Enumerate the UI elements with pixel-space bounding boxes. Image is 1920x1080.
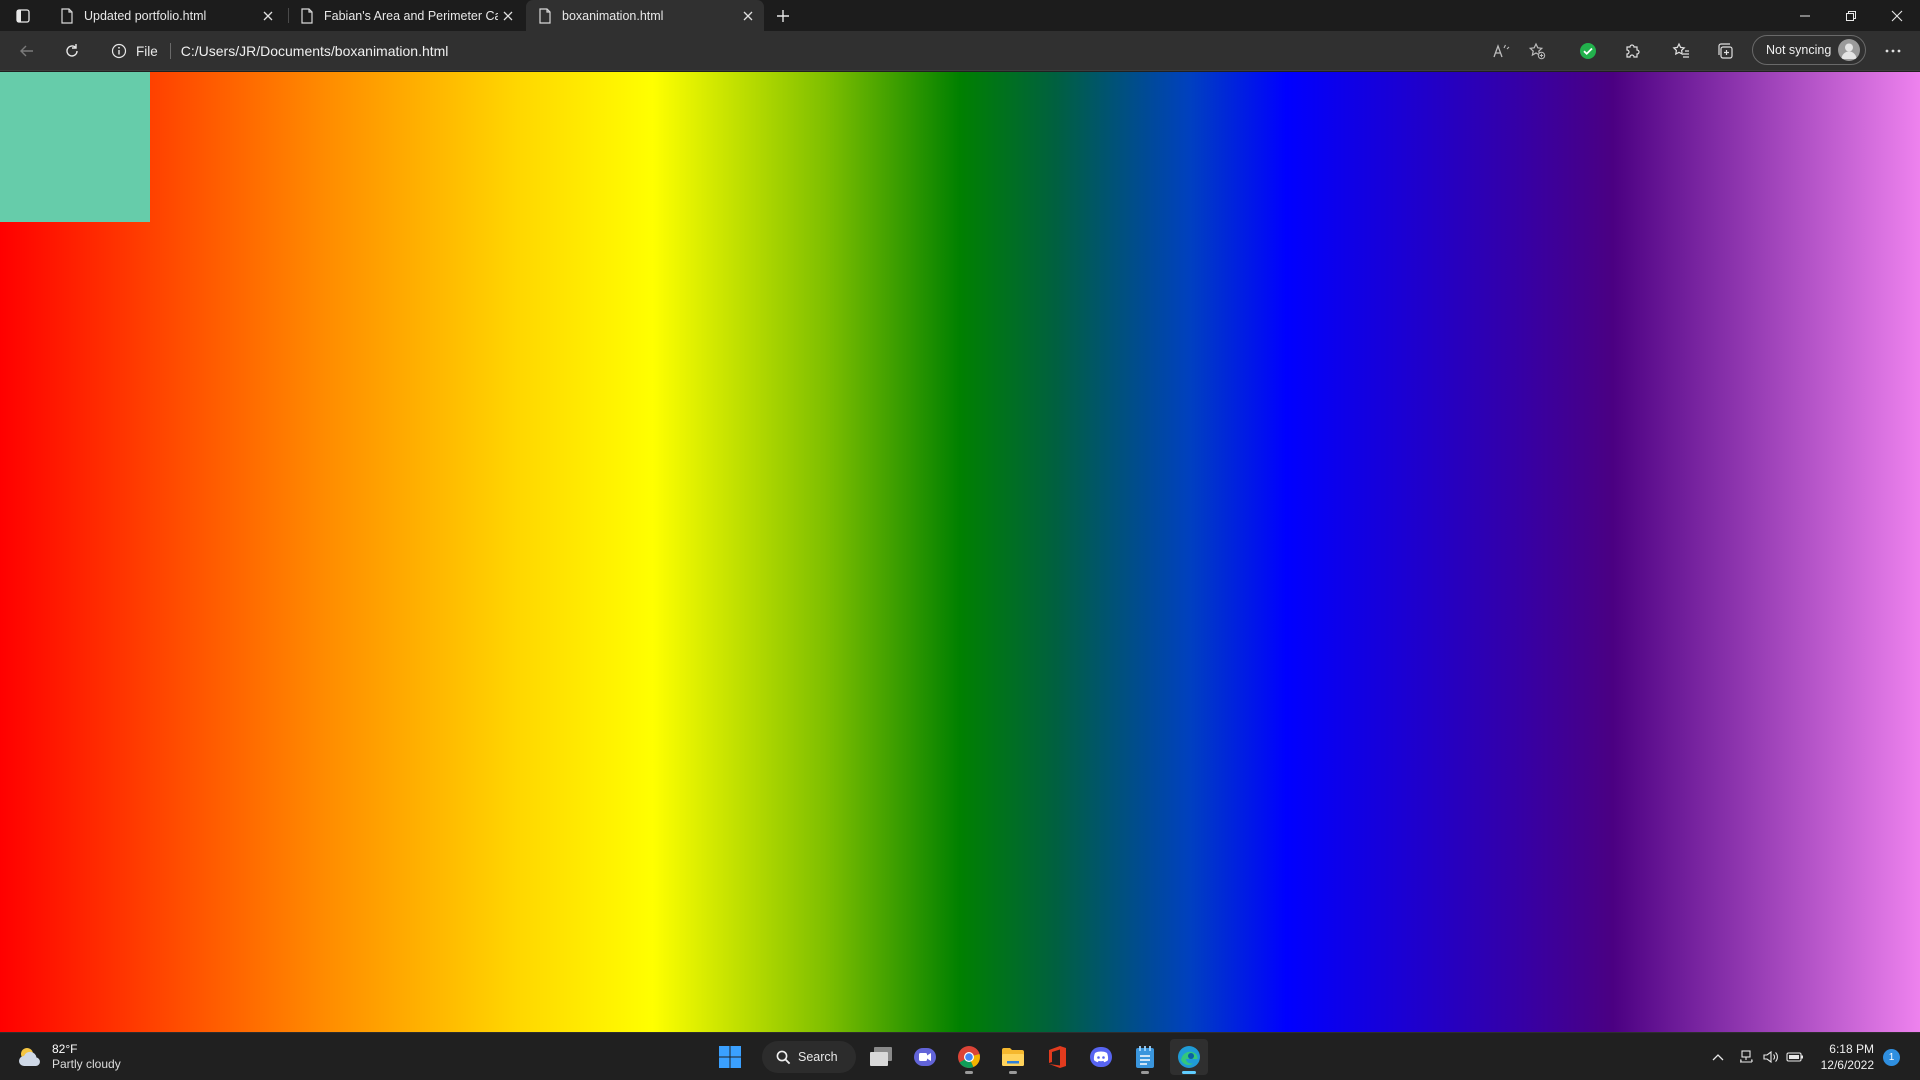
address-divider	[169, 43, 171, 59]
taskbar-file-explorer[interactable]	[994, 1039, 1032, 1075]
green-check-icon	[1580, 43, 1596, 59]
settings-menu-button[interactable]	[1878, 36, 1908, 66]
network-icon[interactable]	[1736, 1045, 1756, 1069]
search-label: Search	[798, 1050, 838, 1064]
battery-icon[interactable]	[1785, 1045, 1805, 1069]
edge-icon	[1178, 1046, 1200, 1068]
back-button[interactable]	[12, 36, 42, 66]
taskbar-discord[interactable]	[1082, 1039, 1120, 1075]
volume-icon[interactable]	[1761, 1045, 1781, 1069]
collections-button[interactable]	[1710, 36, 1740, 66]
start-button[interactable]	[711, 1039, 749, 1075]
close-tab-icon[interactable]	[258, 6, 278, 26]
new-tab-button[interactable]	[770, 3, 796, 29]
taskbar-teams-chat[interactable]	[906, 1039, 944, 1075]
chevron-up-icon	[1712, 1054, 1724, 1061]
notification-badge[interactable]: 1	[1883, 1049, 1900, 1066]
search-icon	[776, 1050, 791, 1064]
taskbar: 82°F Partly cloudy Search 6:18 PM 12/6/2…	[0, 1032, 1920, 1080]
tab-title: boxanimation.html	[562, 8, 664, 23]
close-tab-icon[interactable]	[498, 6, 518, 26]
extensions-button[interactable]	[1617, 36, 1647, 66]
document-icon	[61, 7, 73, 24]
close-window-button[interactable]	[1874, 0, 1920, 31]
navigation-toolbar: File C:/Users/JR/Documents/boxanimation.…	[0, 31, 1920, 71]
show-hidden-icons-button[interactable]	[1708, 1045, 1728, 1069]
clock-date: 12/6/2022	[1820, 1058, 1874, 1072]
rainbow-gradient-background	[0, 72, 1920, 1032]
running-indicator	[1009, 1071, 1017, 1074]
refresh-icon	[66, 44, 78, 57]
folder-icon	[1002, 1048, 1024, 1066]
tab-actions-icon[interactable]	[10, 5, 36, 27]
read-aloud-icon	[1493, 44, 1510, 58]
refresh-button[interactable]	[57, 36, 87, 66]
sync-status-label: Not syncing	[1766, 43, 1832, 57]
minimize-button[interactable]	[1782, 0, 1828, 31]
read-aloud-button[interactable]	[1486, 36, 1516, 66]
tab-title: Fabian's Area and Perimeter Calc	[324, 8, 498, 23]
minimize-icon	[1800, 15, 1810, 16]
extension-check-button[interactable]	[1573, 36, 1603, 66]
plus-icon	[777, 10, 789, 22]
tab-strip: Updated portfolio.html Fabian's Area and…	[0, 0, 1920, 31]
url-text[interactable]: C:/Users/JR/Documents/boxanimation.html	[181, 43, 449, 59]
notepad-icon	[1136, 1046, 1154, 1068]
close-tab-icon[interactable]	[738, 6, 758, 26]
document-icon	[539, 7, 551, 24]
task-view-button[interactable]	[862, 1039, 900, 1075]
restore-icon	[1846, 10, 1856, 21]
favorites-icon	[1672, 42, 1689, 58]
chrome-icon	[958, 1046, 980, 1068]
restore-button[interactable]	[1828, 0, 1874, 31]
weather-widget[interactable]: 82°F Partly cloudy	[16, 1041, 121, 1073]
task-view-icon	[870, 1047, 892, 1066]
profile-sync-button[interactable]: Not syncing	[1752, 35, 1866, 65]
windows-logo-icon	[719, 1046, 741, 1068]
taskbar-search-button[interactable]: Search	[762, 1041, 856, 1073]
favorites-button[interactable]	[1666, 36, 1696, 66]
document-icon	[301, 7, 313, 24]
avatar	[1838, 39, 1860, 61]
active-app-indicator	[1182, 1071, 1196, 1074]
more-horizontal-icon	[1885, 49, 1901, 53]
animated-box	[0, 72, 150, 222]
back-arrow-icon	[20, 45, 33, 57]
running-indicator	[1141, 1071, 1149, 1074]
tab-boxanimation[interactable]: boxanimation.html	[526, 0, 764, 31]
chat-camera-icon	[914, 1048, 936, 1066]
taskbar-notepad[interactable]	[1126, 1039, 1164, 1075]
partly-cloudy-icon	[19, 1048, 40, 1066]
taskbar-chrome[interactable]	[950, 1039, 988, 1075]
address-bar[interactable]: File C:/Users/JR/Documents/boxanimation.…	[104, 36, 1564, 66]
close-icon	[1891, 10, 1903, 21]
clock-time: 6:18 PM	[1829, 1042, 1874, 1056]
system-clock[interactable]: 6:18 PM 12/6/2022	[1812, 1041, 1874, 1073]
tab-title: Updated portfolio.html	[84, 8, 207, 23]
site-info-icon[interactable]	[104, 36, 134, 66]
url-scheme-label: File	[136, 43, 158, 59]
discord-icon	[1090, 1047, 1112, 1067]
puzzle-icon	[1626, 44, 1640, 58]
taskbar-office[interactable]	[1038, 1039, 1076, 1075]
weather-condition: Partly cloudy	[52, 1057, 121, 1071]
tab-updated-portfolio[interactable]: Updated portfolio.html	[48, 0, 284, 31]
running-indicator	[965, 1071, 973, 1074]
add-favorite-button[interactable]	[1522, 36, 1552, 66]
taskbar-edge[interactable]	[1170, 1039, 1208, 1075]
tab-area-perimeter-calc[interactable]: Fabian's Area and Perimeter Calc	[288, 0, 524, 31]
weather-temperature: 82°F	[52, 1042, 78, 1056]
office-icon	[1049, 1046, 1066, 1068]
collections-icon	[1718, 43, 1733, 59]
star-add-icon	[1528, 42, 1546, 60]
